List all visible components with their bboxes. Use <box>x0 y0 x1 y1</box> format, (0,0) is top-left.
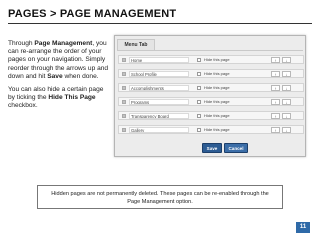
hide-page-label: Hide this page <box>204 99 230 104</box>
move-up-button[interactable]: ↑ <box>271 57 280 63</box>
instructions-hide-this-page: Hide This Page <box>48 94 96 102</box>
move-down-button[interactable]: ↓ <box>282 127 291 133</box>
drag-handle-icon[interactable] <box>122 100 126 104</box>
move-down-button[interactable]: ↓ <box>282 71 291 77</box>
move-down-button[interactable]: ↓ <box>282 99 291 105</box>
hide-page-checkbox[interactable] <box>197 72 201 76</box>
page-name-field[interactable]: Programs <box>129 99 189 105</box>
hide-page-checkbox[interactable] <box>197 128 201 132</box>
move-up-button[interactable]: ↑ <box>271 127 280 133</box>
page-row: Accomplishments Hide this page ↑ ↓ <box>118 83 304 92</box>
note-text: Hidden pages are not permanently deleted… <box>51 191 269 205</box>
save-button[interactable]: Save <box>202 143 222 153</box>
hide-page-checkbox[interactable] <box>197 58 201 62</box>
page-number-badge: 11 <box>296 222 310 233</box>
drag-handle-icon[interactable] <box>122 128 126 132</box>
hide-page-checkbox[interactable] <box>197 86 201 90</box>
hide-page-label: Hide this page <box>204 127 230 132</box>
move-up-button[interactable]: ↑ <box>271 71 280 77</box>
move-down-button[interactable]: ↓ <box>282 113 291 119</box>
instructions-p2-after: checkbox. <box>8 102 38 110</box>
menu-tab[interactable]: Menu Tab <box>117 39 155 50</box>
page-row: Gallery Hide this page ↑ ↓ <box>118 125 304 134</box>
hide-page-label: Hide this page <box>204 71 230 76</box>
page-row: School Profile Hide this page ↑ ↓ <box>118 69 304 78</box>
hide-page-label: Hide this page <box>204 57 230 62</box>
page-name-field[interactable]: School Profile <box>129 71 189 77</box>
hide-page-label: Hide this page <box>204 85 230 90</box>
move-up-button[interactable]: ↑ <box>271 99 280 105</box>
instructions-p1-after: when done. <box>62 72 99 80</box>
instructions-text: Through Page Management, you can re-arra… <box>8 40 110 116</box>
drag-handle-icon[interactable] <box>122 58 126 62</box>
drag-handle-icon[interactable] <box>122 72 126 76</box>
hide-page-checkbox[interactable] <box>197 114 201 118</box>
instructions-paragraph-2: You can also hide a certain page by tick… <box>8 86 110 111</box>
tab-divider <box>117 50 303 51</box>
instructions-paragraph-1: Through Page Management, you can re-arra… <box>8 40 110 81</box>
slide-title: PAGES > PAGE MANAGEMENT <box>8 8 312 24</box>
page-name-field[interactable]: Gallery <box>129 127 189 133</box>
hide-page-label: Hide this page <box>204 113 230 118</box>
move-up-button[interactable]: ↑ <box>271 113 280 119</box>
page-row: Home Hide this page ↑ ↓ <box>118 55 304 64</box>
move-up-button[interactable]: ↑ <box>271 85 280 91</box>
cancel-button[interactable]: Cancel <box>224 143 248 153</box>
page-row: Programs Hide this page ↑ ↓ <box>118 97 304 106</box>
hide-page-checkbox[interactable] <box>197 100 201 104</box>
menu-tab-screenshot: Menu Tab Home Hide this page ↑ ↓ School … <box>114 35 306 157</box>
page-name-field[interactable]: Transparency Board <box>129 113 189 119</box>
page-name-field[interactable]: Home <box>129 57 189 63</box>
note-box: Hidden pages are not permanently deleted… <box>37 185 283 209</box>
page-row: Transparency Board Hide this page ↑ ↓ <box>118 111 304 120</box>
drag-handle-icon[interactable] <box>122 86 126 90</box>
drag-handle-icon[interactable] <box>122 114 126 118</box>
instructions-page-management: Page Management <box>34 40 93 47</box>
instructions-save: Save <box>47 72 63 80</box>
move-down-button[interactable]: ↓ <box>282 85 291 91</box>
page-name-field[interactable]: Accomplishments <box>129 85 189 91</box>
instructions-p1-before: Through <box>8 40 35 47</box>
move-down-button[interactable]: ↓ <box>282 57 291 63</box>
